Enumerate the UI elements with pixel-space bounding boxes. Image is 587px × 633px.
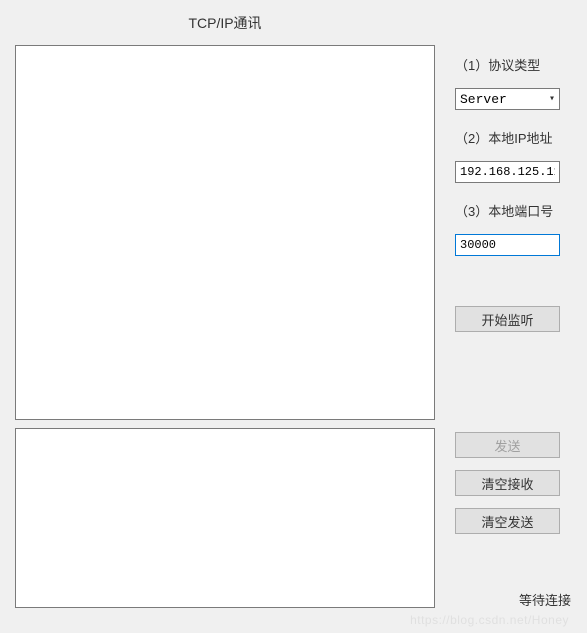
port-input[interactable] — [455, 234, 560, 256]
right-panel: （1）协议类型 Server ▾ （2）本地IP地址 （3）本地端口号 开始监听… — [435, 5, 577, 623]
port-label: （3）本地端口号 — [455, 201, 577, 220]
status-text: 等待连接 — [519, 590, 571, 609]
send-button[interactable]: 发送 — [455, 432, 560, 458]
receive-textarea[interactable] — [15, 45, 435, 420]
ip-label: （2）本地IP地址 — [455, 128, 577, 147]
watermark: https://blog.csdn.net/Honey — [410, 613, 569, 627]
send-textarea[interactable] — [15, 428, 435, 608]
protocol-select[interactable]: Server ▾ — [455, 88, 560, 110]
chevron-down-icon: ▾ — [549, 93, 555, 105]
page-title: TCP/IP通讯 — [15, 5, 435, 45]
clear-send-button[interactable]: 清空发送 — [455, 508, 560, 534]
protocol-value: Server — [460, 92, 507, 107]
protocol-label: （1）协议类型 — [455, 55, 577, 74]
listen-button[interactable]: 开始监听 — [455, 306, 560, 332]
clear-receive-button[interactable]: 清空接收 — [455, 470, 560, 496]
left-panel: TCP/IP通讯 — [15, 5, 435, 623]
ip-input[interactable] — [455, 161, 560, 183]
